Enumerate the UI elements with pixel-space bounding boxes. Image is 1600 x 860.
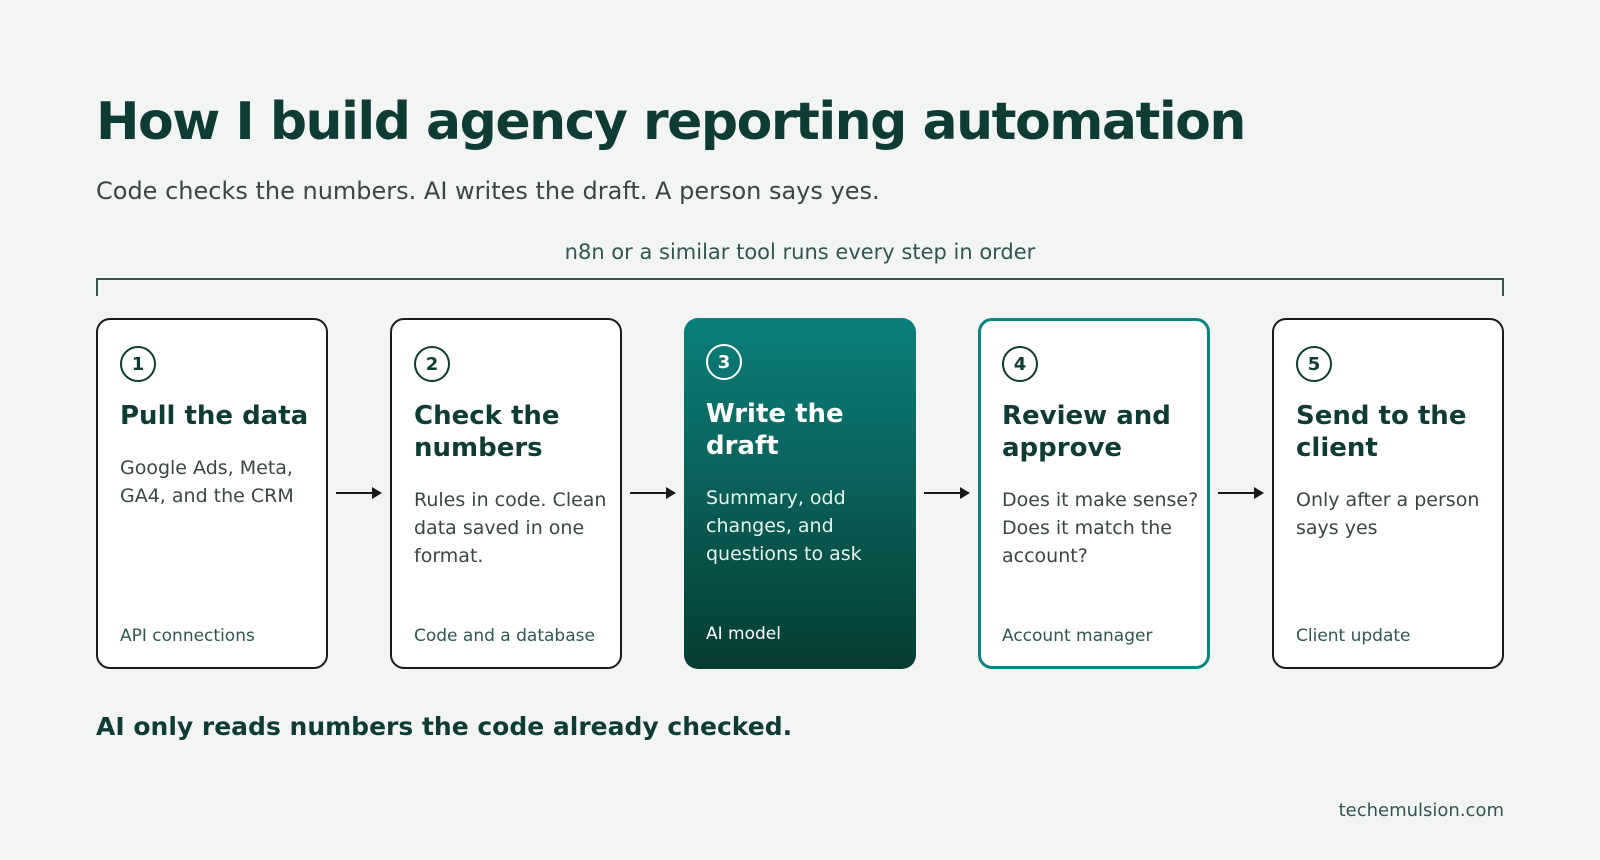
website-credit: techemulsion.com: [1338, 800, 1504, 821]
step-description: Only after a person says yes: [1296, 489, 1480, 539]
step-description: Does it make sense? Does it match the ac…: [1002, 489, 1199, 567]
step-card-5: 5 Send to the client Only after a person…: [1272, 318, 1504, 669]
step-card-2: 2 Check the numbers Rules in code. Clean…: [390, 318, 622, 669]
arrow-right-icon: [630, 487, 676, 499]
step-title: Pull the data: [120, 401, 309, 431]
step-card-4: 4 Review and approve Does it make sense?…: [978, 318, 1210, 669]
step-card-1: 1 Pull the data Google Ads, Meta, GA4, a…: [96, 318, 328, 669]
step-description: Rules in code. Clean data saved in one f…: [414, 489, 607, 567]
step-description: Google Ads, Meta, GA4, and the CRM: [120, 457, 294, 507]
arrow-right-icon: [336, 487, 382, 499]
step-footer: Code and a database: [414, 626, 595, 646]
step-title: Write the draft: [706, 399, 844, 461]
page-title: How I build agency reporting automation: [96, 92, 1246, 152]
step-title: Review and approve: [1002, 401, 1171, 463]
bracket-label: n8n or a similar tool runs every step in…: [564, 240, 1036, 264]
step-card-3: 3 Write the draft Summary, odd changes, …: [684, 318, 916, 669]
step-number-badge: 5: [1296, 346, 1332, 382]
page-subtitle: Code checks the numbers. AI writes the d…: [96, 177, 880, 205]
diagram-page: How I build agency reporting automation …: [0, 0, 1600, 860]
arrow-right-icon: [1218, 487, 1264, 499]
step-number-badge: 4: [1002, 346, 1038, 382]
step-footer: Client update: [1296, 626, 1411, 646]
step-footer: AI model: [706, 624, 781, 644]
footnote: AI only reads numbers the code already c…: [96, 712, 793, 741]
process-bracket: [96, 278, 1504, 296]
step-number-badge: 1: [120, 346, 156, 382]
step-description: Summary, odd changes, and questions to a…: [706, 487, 862, 565]
arrow-right-icon: [924, 487, 970, 499]
step-title: Send to the client: [1296, 401, 1467, 463]
step-footer: Account manager: [1002, 626, 1153, 646]
step-number-badge: 3: [706, 344, 742, 380]
step-number-badge: 2: [414, 346, 450, 382]
step-title: Check the numbers: [414, 401, 560, 463]
step-footer: API connections: [120, 626, 255, 646]
